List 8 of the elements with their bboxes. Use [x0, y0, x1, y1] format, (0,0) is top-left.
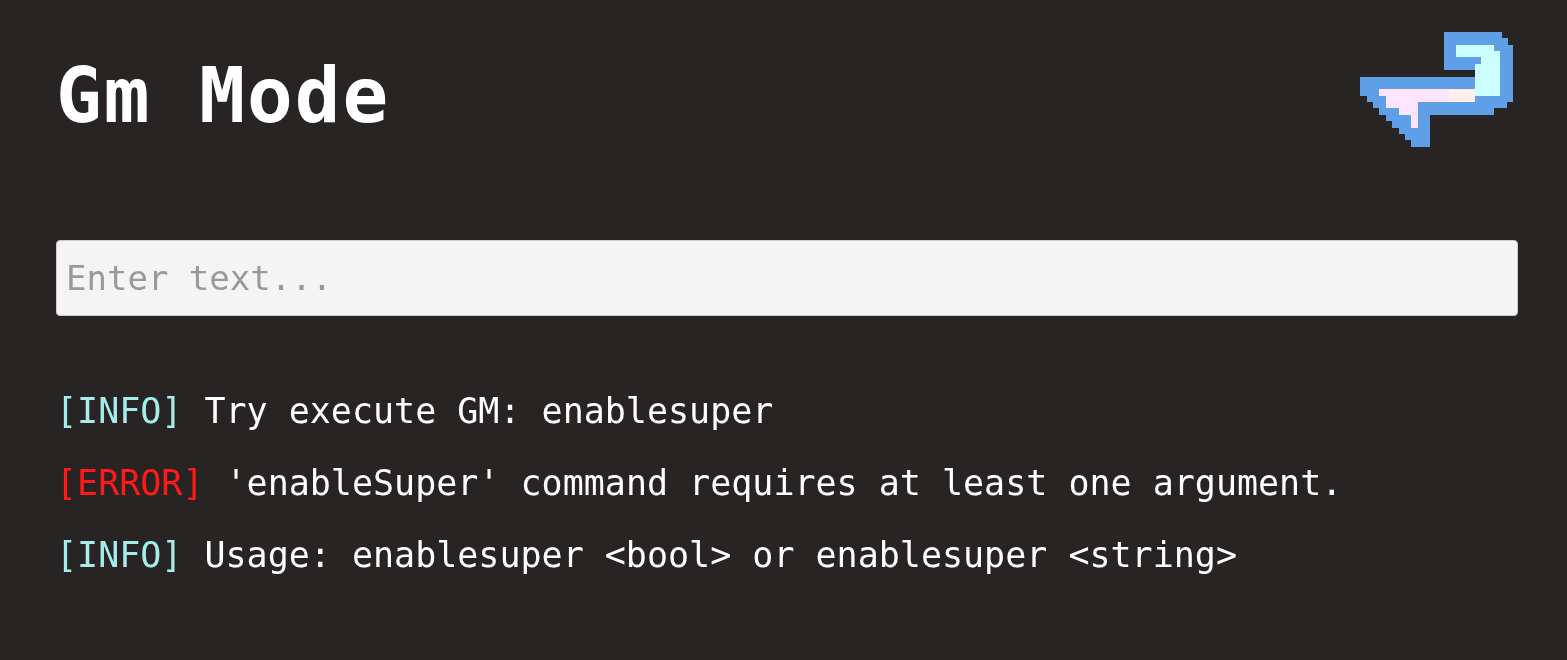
log-level-tag: [INFO]: [56, 386, 183, 436]
log-level-tag: [ERROR]: [56, 458, 204, 508]
text-input-field[interactable]: Enter text...: [56, 240, 1518, 316]
log-level-tag: [INFO]: [56, 530, 183, 580]
log-message: Usage: enablesuper <bool> or enablesuper <string>: [204, 534, 1237, 577]
page-title: Gm Mode: [56, 58, 391, 134]
log-message: Try execute GM: enablesuper: [204, 390, 774, 433]
log-message: 'enableSuper' command requires at least one argument.: [225, 462, 1343, 505]
